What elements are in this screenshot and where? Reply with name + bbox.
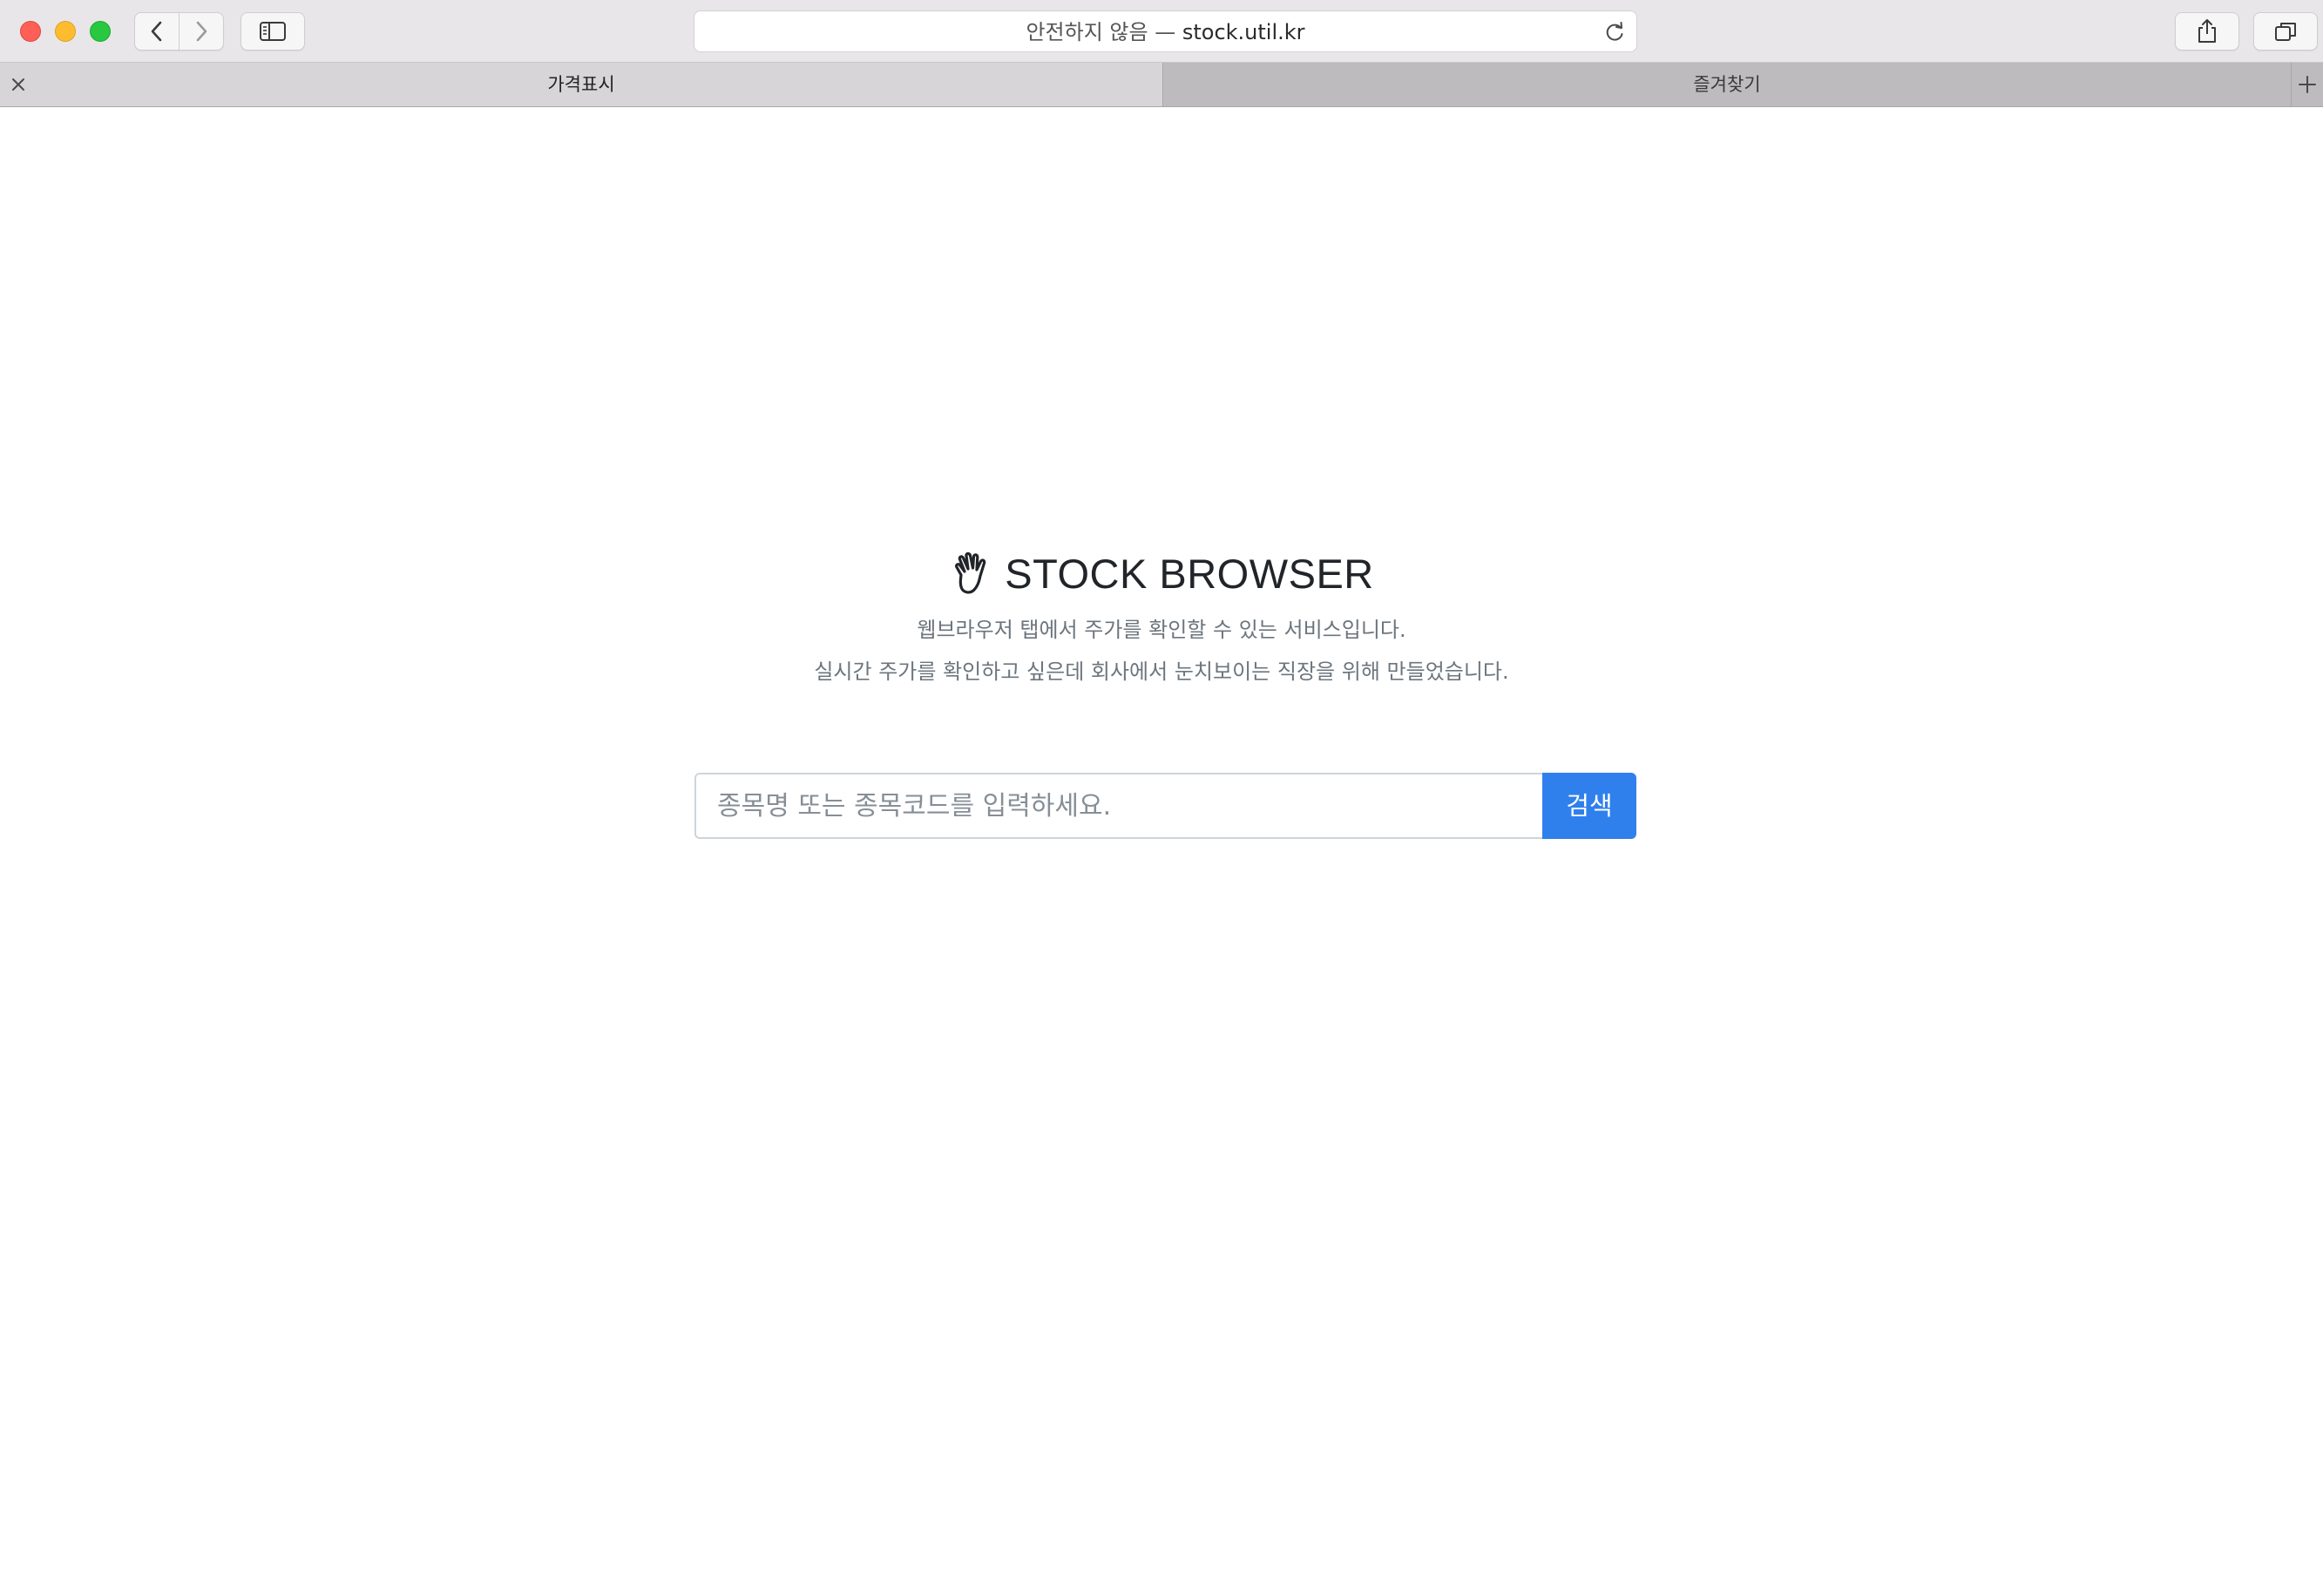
close-window-button[interactable] — [20, 21, 41, 42]
search-button[interactable]: 검색 — [1542, 773, 1636, 839]
tab-price-display[interactable]: 가격표시 — [0, 63, 1163, 106]
forward-button[interactable] — [179, 12, 224, 51]
browser-window: 안전하지 않음 — stock.util.kr 가격표시 즐겨찾기 STOCK … — [0, 0, 2323, 1596]
tab-bar: 가격표시 즐겨찾기 — [0, 63, 2323, 107]
reload-icon[interactable] — [1603, 21, 1626, 44]
share-icon — [2198, 19, 2216, 43]
zoom-window-button[interactable] — [90, 21, 111, 42]
browser-toolbar: 안전하지 않음 — stock.util.kr — [0, 0, 2323, 63]
share-button[interactable] — [2175, 12, 2239, 51]
page-brand: STOCK BROWSER — [0, 543, 2323, 604]
chevron-left-icon — [151, 21, 162, 42]
stock-search-form: 검색 — [694, 773, 1636, 839]
tab-label: 즐겨찾기 — [1693, 74, 1761, 95]
sidebar-toggle-button[interactable] — [240, 12, 305, 51]
plus-icon — [2299, 76, 2316, 93]
sidebar-icon — [260, 22, 286, 41]
minimize-window-button[interactable] — [55, 21, 76, 42]
address-domain: stock.util.kr — [1182, 20, 1305, 44]
page-description-line-2: 실시간 주가를 확인하고 싶은데 회사에서 눈치보이는 직장을 위해 만들었습니… — [814, 659, 1509, 684]
stock-search-input[interactable] — [694, 773, 1543, 839]
page-description-line-1: 웹브라우저 탭에서 주가를 확인할 수 있는 서비스입니다. — [917, 618, 1406, 642]
tab-overview-icon — [2275, 23, 2296, 41]
address-text: 안전하지 않음 — stock.util.kr — [694, 11, 1636, 53]
chevron-right-icon — [196, 21, 207, 42]
back-button[interactable] — [134, 12, 179, 51]
tab-favorites[interactable]: 즐겨찾기 — [1163, 63, 2291, 106]
waving-hand-icon — [955, 551, 986, 594]
tab-label: 가격표시 — [547, 74, 615, 95]
new-tab-button[interactable] — [2291, 63, 2323, 106]
close-tab-icon[interactable] — [9, 75, 28, 94]
page-title: STOCK BROWSER — [1005, 550, 1374, 597]
tab-overview-button[interactable] — [2253, 12, 2318, 51]
address-security-label: 안전하지 않음 — — [1026, 20, 1176, 44]
page-content: STOCK BROWSER 웹브라우저 탭에서 주가를 확인할 수 있는 서비스… — [0, 107, 2323, 1596]
address-bar[interactable]: 안전하지 않음 — stock.util.kr — [694, 10, 1637, 52]
navigation-buttons — [134, 12, 225, 51]
